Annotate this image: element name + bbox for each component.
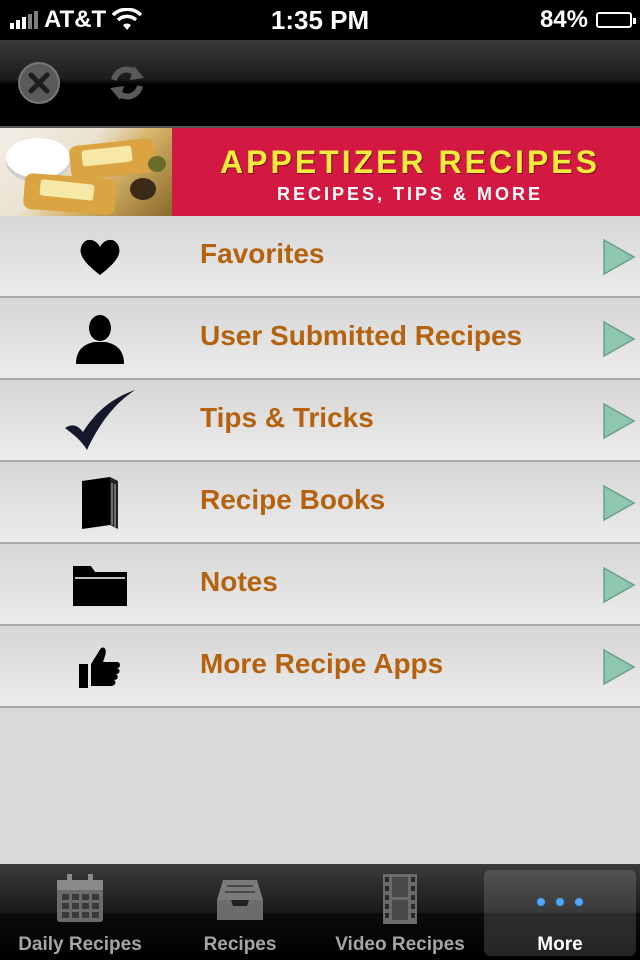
inbox-icon (217, 880, 263, 920)
folder-icon (60, 556, 140, 614)
status-bar: AT&T 1:35 PM 84% (0, 0, 640, 40)
battery-icon (596, 12, 636, 28)
checkmark-icon (60, 390, 140, 450)
banner-subtitle: RECIPES, TIPS & MORE (276, 184, 544, 204)
banner-image (0, 128, 172, 216)
tab-video-recipes[interactable]: Video Recipes (320, 864, 480, 960)
chevron-right-icon (603, 484, 636, 522)
battery: 84% (539, 6, 636, 34)
chevron-right-icon (603, 566, 636, 604)
menu-item-label: More Recipe Apps (200, 648, 444, 679)
menu-item-recipe-books[interactable]: Recipe Books (0, 462, 640, 544)
tab-bar: Daily Recipes Recipes Video Recipes More (0, 864, 640, 960)
menu-item-label: Tips & Tricks (200, 402, 374, 433)
more-icon (537, 898, 583, 906)
banner-title: APPETIZER RECIPES (220, 144, 600, 180)
tab-label: More (537, 934, 583, 955)
film-icon (383, 874, 417, 924)
toolbar (0, 40, 640, 128)
chevron-right-icon (603, 648, 636, 686)
person-icon (60, 310, 140, 368)
close-icon[interactable] (16, 60, 62, 106)
menu-item-notes[interactable]: Notes (0, 544, 640, 626)
heart-icon (60, 228, 140, 286)
thumbs-up-icon (60, 638, 140, 696)
menu-item-label: User Submitted Recipes (200, 320, 523, 351)
menu-item-more-recipe-apps[interactable]: More Recipe Apps (0, 626, 640, 708)
battery-percent: 84% (539, 6, 588, 33)
tab-recipes[interactable]: Recipes (160, 864, 320, 960)
banner: APPETIZER RECIPES RECIPES, TIPS & MORE (0, 128, 640, 216)
menu-item-label: Favorites (200, 238, 325, 269)
menu-item-tips-tricks[interactable]: Tips & Tricks (0, 380, 640, 462)
menu-item-label: Notes (200, 566, 278, 597)
menu-item-label: Recipe Books (200, 484, 386, 515)
tab-more[interactable]: More (484, 870, 636, 956)
tab-daily-recipes[interactable]: Daily Recipes (0, 864, 160, 960)
refresh-icon[interactable] (104, 60, 150, 106)
calendar-icon (57, 874, 103, 922)
tab-label: Daily Recipes (18, 934, 142, 955)
menu-list: Favorites User Submitted Recipes Tips & … (0, 216, 640, 708)
tab-label: Video Recipes (335, 934, 465, 955)
tab-label: Recipes (203, 934, 277, 955)
chevron-right-icon (603, 238, 636, 276)
chevron-right-icon (603, 320, 636, 358)
chevron-right-icon (603, 402, 636, 440)
menu-item-user-submitted-recipes[interactable]: User Submitted Recipes (0, 298, 640, 380)
menu-item-favorites[interactable]: Favorites (0, 216, 640, 298)
book-icon (60, 474, 140, 532)
